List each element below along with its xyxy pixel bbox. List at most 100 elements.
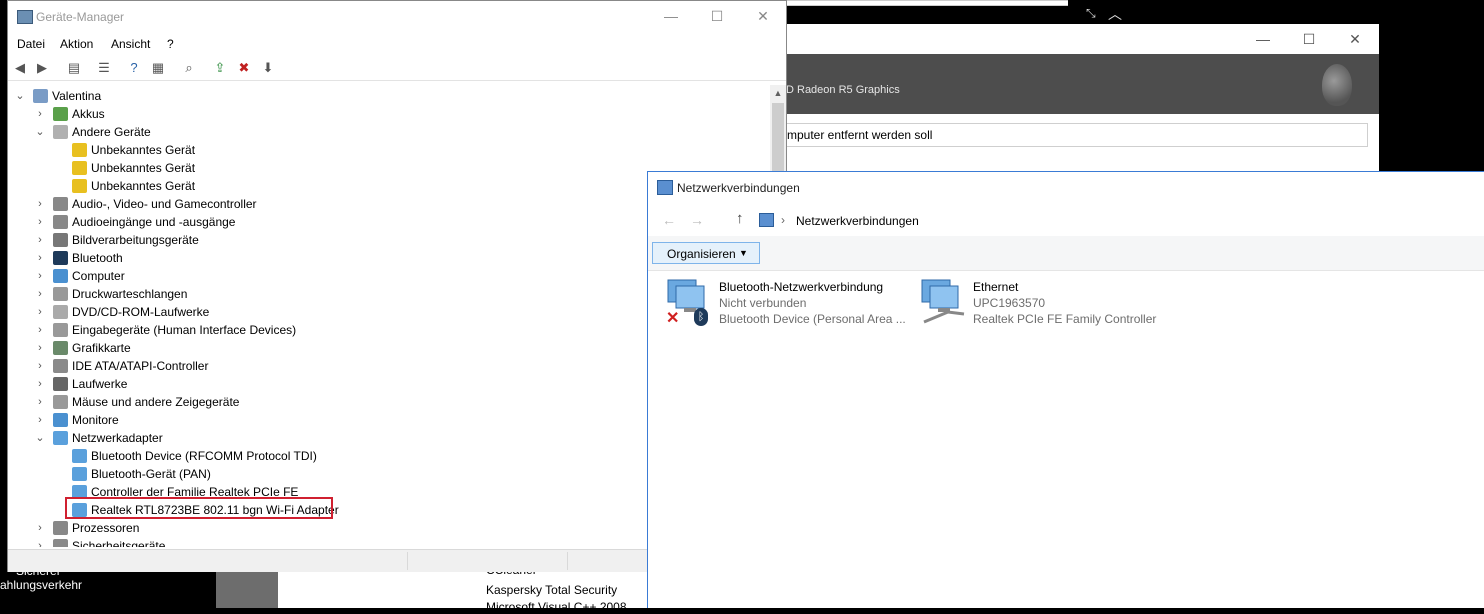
tree-item-label: Bluetooth xyxy=(72,251,123,265)
tree-row[interactable]: ⌄ Andere Geräte xyxy=(8,123,768,141)
chevron-right-icon[interactable]: › xyxy=(35,537,45,547)
network-adapter-icon xyxy=(72,467,87,481)
restore-icon[interactable]: ⤡ xyxy=(1086,6,1096,21)
pear-logo-icon xyxy=(1322,64,1352,106)
organize-button[interactable]: Organisieren ▼ xyxy=(652,242,760,264)
close-button[interactable]: ✕ xyxy=(740,1,786,31)
up-arrow-icon[interactable]: ↑ xyxy=(736,210,744,227)
connection-status: UPC1963570 xyxy=(973,296,1046,310)
chevron-right-icon[interactable]: › xyxy=(35,519,45,537)
chevron-right-icon[interactable]: › xyxy=(35,339,45,357)
tree-row[interactable]: Unbekanntes Gerät xyxy=(8,141,768,159)
chevron-right-icon[interactable]: › xyxy=(35,105,45,123)
address-bar: ← → ↑ › Netzwerkverbindungen xyxy=(648,204,1484,236)
tree-item-label: Unbekanntes Gerät xyxy=(91,179,196,193)
maximize-button[interactable]: ☐ xyxy=(694,1,740,31)
list-item[interactable]: Kaspersky Total Security xyxy=(486,583,617,597)
chevron-right-icon[interactable]: › xyxy=(35,267,45,285)
breadcrumb[interactable]: Netzwerkverbindungen xyxy=(796,214,919,228)
chevron-right-icon[interactable]: › xyxy=(35,195,45,213)
computer-icon xyxy=(33,89,48,103)
warning-device-icon xyxy=(72,179,87,193)
chevron-right-icon[interactable]: › xyxy=(35,375,45,393)
chevron-right-icon[interactable]: › xyxy=(35,213,45,231)
network-adapter-icon xyxy=(53,431,68,445)
chevron-down-icon[interactable]: ⌄ xyxy=(15,87,25,105)
network-adapter-icon xyxy=(72,449,87,463)
tree-row[interactable]: › Akkus xyxy=(8,105,768,123)
cpu-icon xyxy=(53,521,68,535)
monitor-icon xyxy=(53,413,68,427)
chevron-right-icon[interactable]: › xyxy=(35,303,45,321)
properties-icon[interactable]: ☰ xyxy=(96,60,112,76)
uninstall-device-icon[interactable]: ✖ xyxy=(236,60,252,76)
connection-bluetooth[interactable]: ✕ ᛒ Bluetooth-Netzwerkverbindung Nicht v… xyxy=(664,278,914,332)
view-icon[interactable]: ▦ xyxy=(150,60,166,76)
printer-icon xyxy=(53,287,68,301)
chevron-right-icon[interactable]: › xyxy=(35,357,45,375)
status-separator xyxy=(407,552,408,570)
menu-help[interactable]: ? xyxy=(167,37,174,51)
warning-device-icon xyxy=(72,143,87,157)
battery-icon xyxy=(53,107,68,121)
chevron-right-icon[interactable]: › xyxy=(35,321,45,339)
menu-ansicht[interactable]: Ansicht xyxy=(111,37,150,51)
tree-item-label: Computer xyxy=(72,269,125,283)
tree-item-label: Monitore xyxy=(72,413,119,427)
bottom-left-area: Sicherer ahlungsverkehr xyxy=(0,564,216,608)
close-button[interactable]: ✕ xyxy=(1332,24,1378,54)
chevron-right-icon[interactable]: › xyxy=(35,285,45,303)
connection-status: Nicht verbunden xyxy=(719,296,807,310)
controller-icon xyxy=(53,359,68,373)
search-text: mputer entfernt werden soll xyxy=(787,128,933,142)
chevron-right-icon[interactable]: › xyxy=(35,231,45,249)
chevron-up-icon[interactable]: ︿ xyxy=(1108,4,1122,24)
chevron-right-icon[interactable]: › xyxy=(35,393,45,411)
tree-item-label: Unbekanntes Gerät xyxy=(91,161,196,175)
enable-device-icon[interactable]: ⬇ xyxy=(260,60,276,76)
tree-row[interactable]: ⌄ Valentina xyxy=(8,87,768,105)
tree-item-label: Mäuse und andere Zeigegeräte xyxy=(72,395,240,409)
back-arrow-icon[interactable]: ◀ xyxy=(12,60,28,76)
update-driver-icon[interactable]: ⇪ xyxy=(212,60,228,76)
gpu-label: D Radeon R5 Graphics xyxy=(786,84,900,96)
bluetooth-icon xyxy=(53,251,68,265)
speaker-icon xyxy=(53,197,68,211)
list-item[interactable]: Microsoft Visual C++ 2008 xyxy=(486,600,627,614)
chevron-down-icon[interactable]: ⌄ xyxy=(35,123,45,141)
connection-name: Ethernet xyxy=(973,280,1019,294)
toolbar: ◀ ▶ ▤ ☰ ? ▦ ⌕ ⇪ ✖ ⬇ xyxy=(8,56,786,81)
minimize-button[interactable]: — xyxy=(648,1,694,31)
tree-item-label: Andere Geräte xyxy=(72,125,151,139)
forward-arrow-icon[interactable]: ▶ xyxy=(34,60,50,76)
chevron-down-icon[interactable]: ⌄ xyxy=(35,429,45,447)
tree-item-label: Laufwerke xyxy=(72,377,128,391)
forward-arrow-icon[interactable]: → xyxy=(690,212,704,228)
menu-datei[interactable]: Datei xyxy=(17,37,45,51)
window-controls-strip: ⤡ ︿ xyxy=(1068,0,1150,24)
menu-aktion[interactable]: Aktion xyxy=(60,37,93,51)
speaker-icon xyxy=(53,215,68,229)
tree-item-label: Bluetooth Device (RFCOMM Protocol TDI) xyxy=(91,449,317,463)
console-tree-icon[interactable]: ▤ xyxy=(66,60,82,76)
connection-ethernet[interactable]: Ethernet UPC1963570 Realtek PCIe FE Fami… xyxy=(918,278,1178,332)
bottom-gray-area xyxy=(216,572,278,608)
tree-item-label: Eingabegeräte (Human Interface Devices) xyxy=(72,323,297,337)
help-icon[interactable]: ? xyxy=(126,60,142,76)
search-input[interactable]: mputer entfernt werden soll xyxy=(778,123,1368,147)
tree-item-label: Audioeingänge und -ausgänge xyxy=(72,215,236,229)
other-devices-icon xyxy=(53,125,68,139)
connection-name: Bluetooth-Netzwerkverbindung xyxy=(719,280,884,294)
minimize-button[interactable]: — xyxy=(1240,24,1286,54)
chevron-right-icon[interactable]: › xyxy=(35,249,45,267)
scroll-up-icon[interactable]: ▲ xyxy=(770,85,786,101)
scan-hardware-icon[interactable]: ⌕ xyxy=(181,60,197,76)
bottom-left-line2: ahlungsverkehr xyxy=(0,578,83,592)
maximize-button[interactable]: ☐ xyxy=(1286,24,1332,54)
tree-item-label: Valentina xyxy=(52,89,102,103)
security-icon xyxy=(53,539,68,547)
tree-item-label: DVD/CD-ROM-Laufwerke xyxy=(72,305,210,319)
chevron-right-icon[interactable]: › xyxy=(35,411,45,429)
tree-item-label: Bildverarbeitungsgeräte xyxy=(72,233,199,247)
back-arrow-icon[interactable]: ← xyxy=(662,212,676,228)
